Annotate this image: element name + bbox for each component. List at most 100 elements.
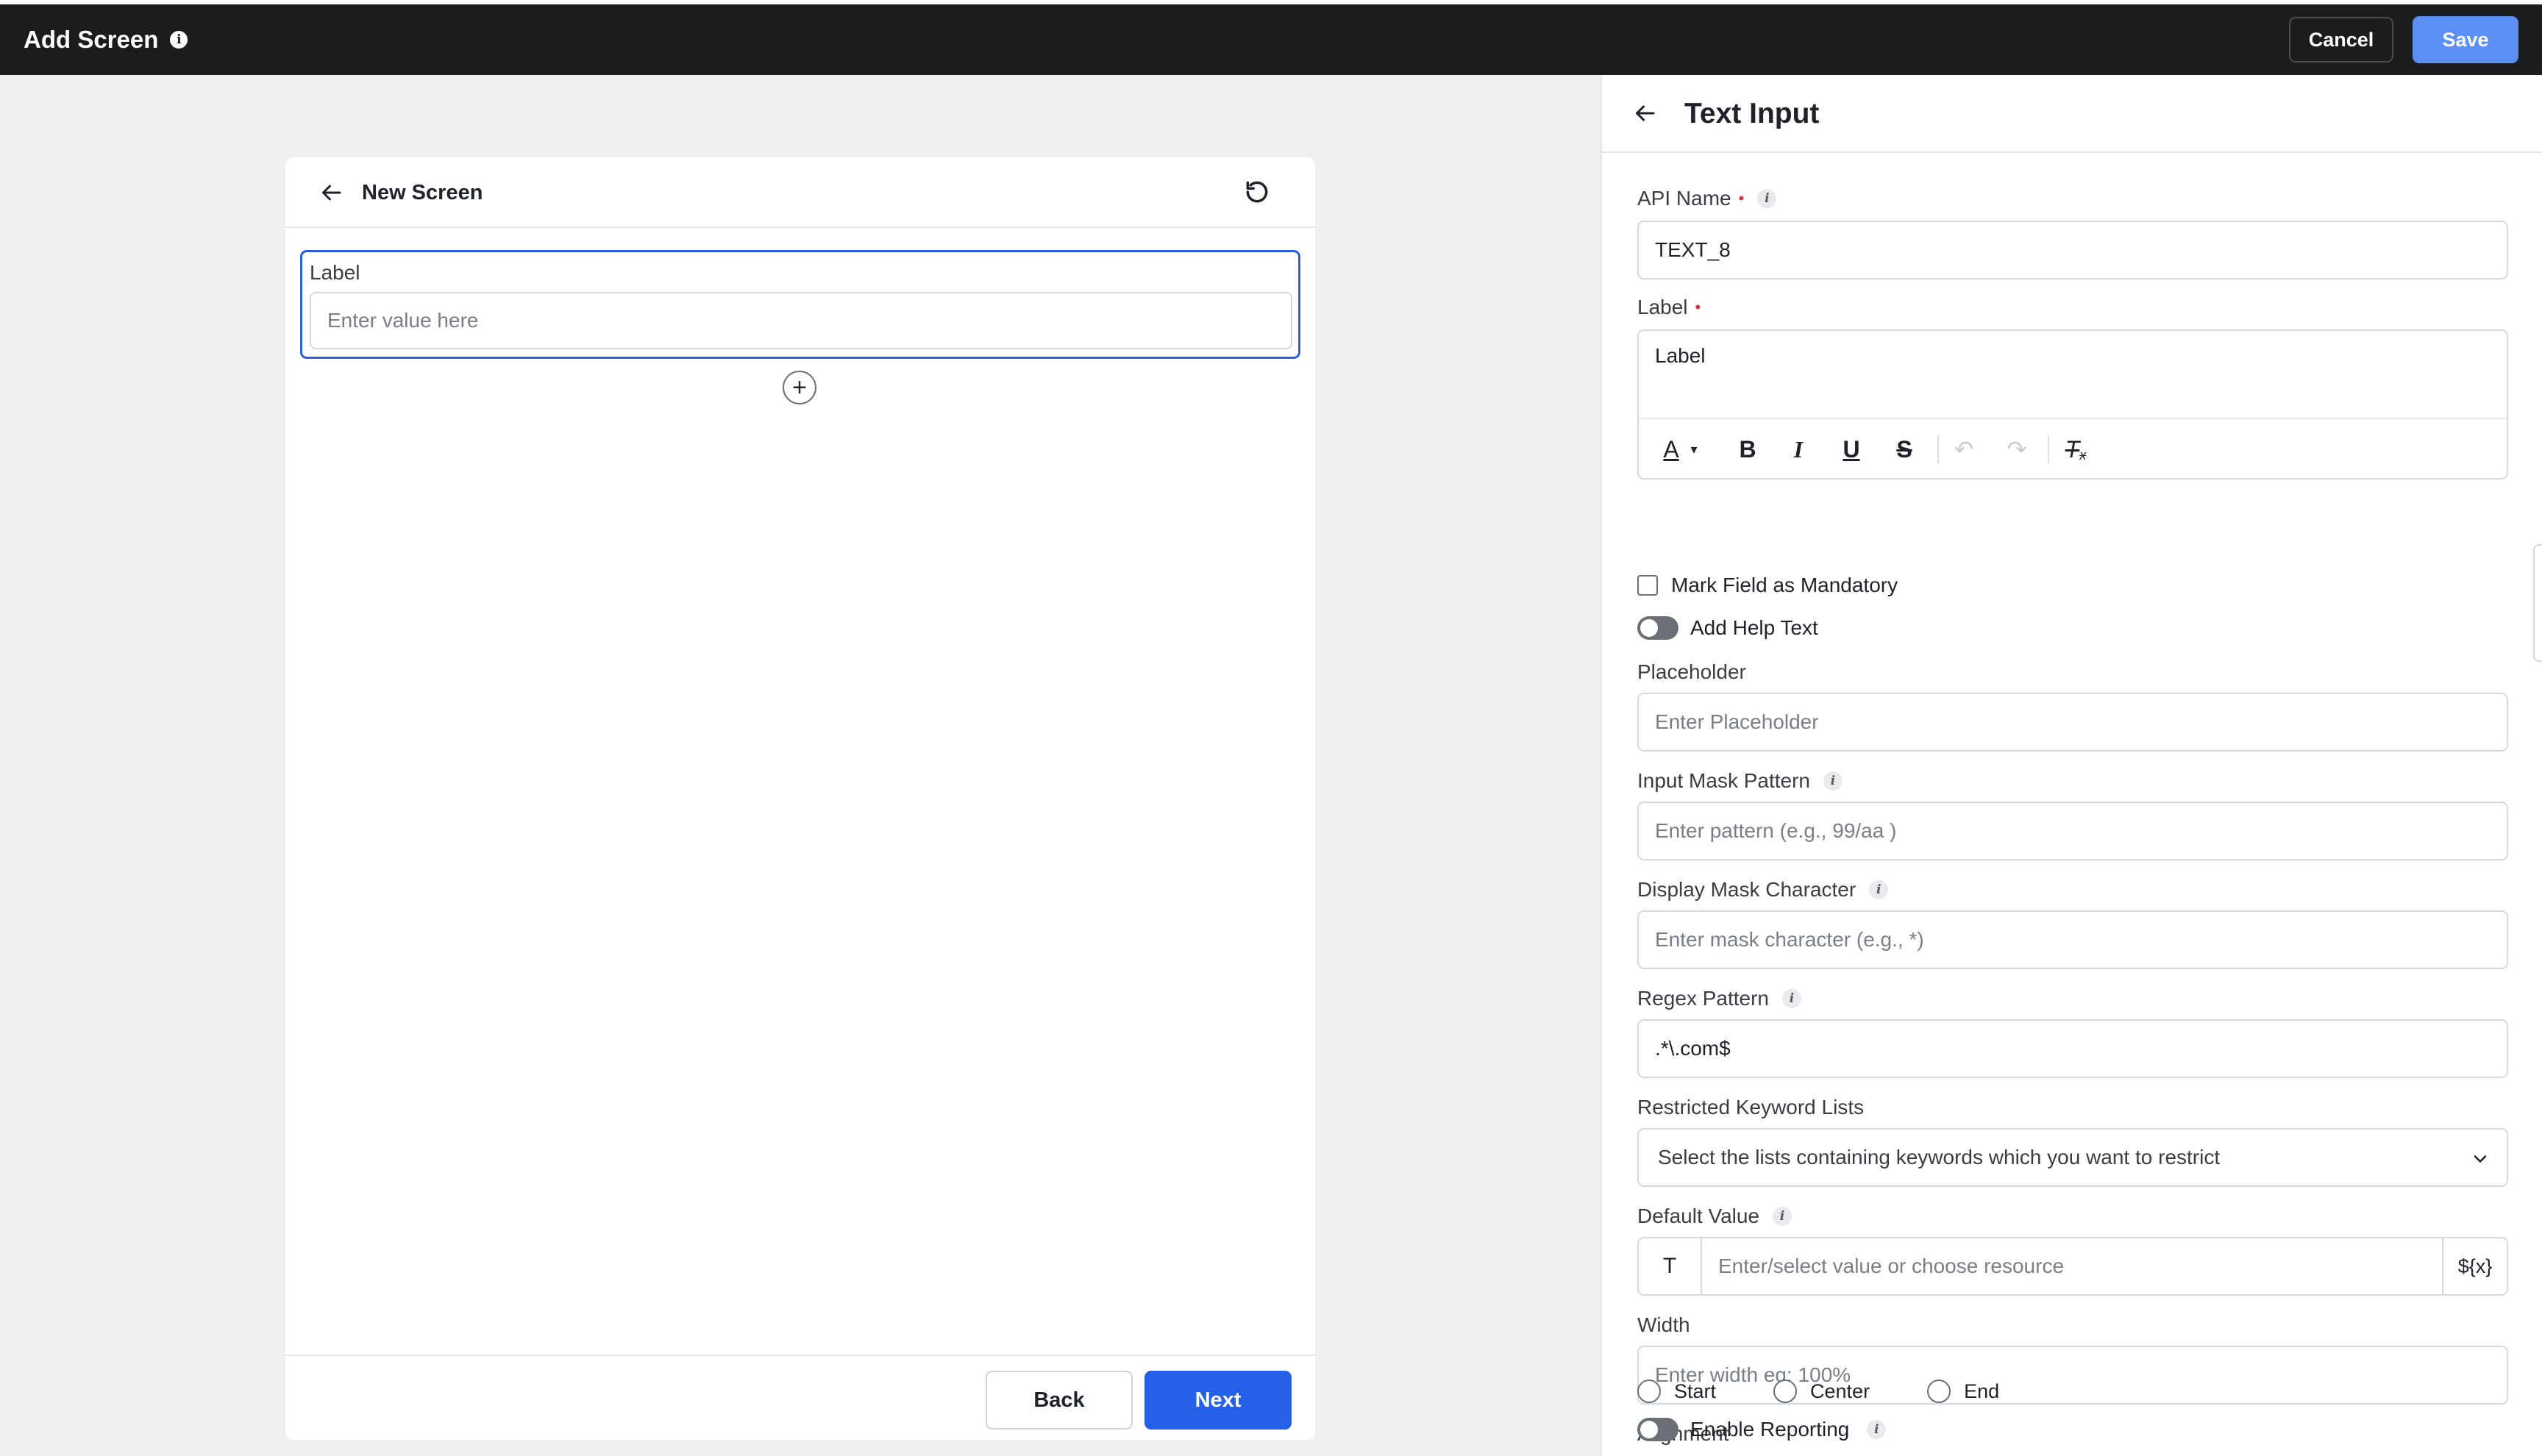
rich-text-toolbar: A ▾ B I U S ↶ ↷ Tx — [1639, 418, 2507, 478]
panel-header: Text Input — [1602, 75, 2542, 153]
chevron-down-icon — [2474, 1155, 2487, 1163]
screen-footer: Back Next — [285, 1355, 1315, 1440]
label-editor-text[interactable]: Label — [1655, 344, 1706, 368]
text-color-icon[interactable]: A — [1659, 434, 1683, 465]
underline-icon[interactable]: U — [1839, 434, 1864, 465]
regex-label-row: Regex Pattern i — [1637, 987, 1801, 1010]
api-name-value: TEXT_8 — [1655, 238, 1731, 261]
alignment-radio-group: Start Center End — [1637, 1380, 2057, 1403]
mark-mandatory-checkbox[interactable] — [1637, 575, 1658, 596]
input-mask-input[interactable]: Enter pattern (e.g., 99/aa ) — [1637, 802, 2508, 860]
default-value-placeholder[interactable]: Enter/select value or choose resource — [1718, 1238, 2064, 1294]
input-mask-label: Input Mask Pattern — [1637, 769, 1811, 792]
regex-value: .*\.com$ — [1655, 1037, 1731, 1060]
display-mask-input[interactable]: Enter mask character (e.g., *) — [1637, 910, 2508, 969]
required-marker: • — [1695, 298, 1701, 316]
variable-resource-button[interactable]: ${x} — [2442, 1238, 2507, 1294]
component-input[interactable]: Enter value here — [310, 292, 1292, 349]
default-value-info-icon[interactable]: i — [1773, 1207, 1792, 1226]
panel-back-arrow-icon[interactable] — [1631, 100, 1658, 126]
placeholder-label-row: Placeholder — [1637, 660, 1746, 684]
selected-text-input-component[interactable]: Label Enter value here — [300, 250, 1300, 359]
api-name-input[interactable]: TEXT_8 — [1637, 221, 2508, 279]
regex-info-icon[interactable]: i — [1782, 989, 1801, 1008]
component-input-placeholder: Enter value here — [327, 309, 479, 332]
display-mask-label: Display Mask Character — [1637, 878, 1856, 901]
restricted-keywords-select[interactable]: Select the lists containing keywords whi… — [1637, 1128, 2508, 1187]
next-button[interactable]: Next — [1144, 1371, 1292, 1430]
api-name-info-icon[interactable]: i — [1757, 189, 1777, 208]
restricted-keywords-label: Restricted Keyword Lists — [1637, 1096, 1865, 1118]
display-mask-label-row: Display Mask Character i — [1637, 878, 1889, 902]
mark-mandatory-label: Mark Field as Mandatory — [1671, 574, 1898, 596]
screen-header: New Screen — [285, 157, 1315, 228]
api-name-label: API Name — [1637, 187, 1731, 210]
bold-icon[interactable]: B — [1734, 434, 1761, 465]
save-button[interactable]: Save — [2413, 16, 2518, 63]
enable-reporting-info-icon[interactable]: i — [1867, 1420, 1887, 1439]
width-label-row: Width — [1637, 1313, 1690, 1337]
regex-label: Regex Pattern — [1637, 987, 1769, 1010]
default-value-input-group[interactable]: T Enter/select value or choose resource … — [1637, 1237, 2508, 1296]
width-label: Width — [1637, 1313, 1690, 1336]
default-value-label: Default Value — [1637, 1205, 1760, 1227]
restricted-keywords-label-row: Restricted Keyword Lists — [1637, 1096, 1864, 1119]
strikethrough-icon[interactable]: S — [1893, 434, 1915, 465]
api-name-label-row: API Name • i — [1637, 187, 1777, 210]
back-button[interactable]: Back — [986, 1371, 1133, 1430]
clear-formatting-glyph: T — [2065, 435, 2080, 463]
refresh-icon[interactable] — [1243, 178, 1271, 206]
radio-button[interactable] — [1773, 1380, 1798, 1403]
component-label: Label — [310, 261, 360, 284]
placeholder-input[interactable]: Enter Placeholder — [1637, 693, 2508, 752]
add-help-text-row[interactable]: Add Help Text — [1637, 616, 1818, 640]
panel-title: Text Input — [1684, 98, 1820, 129]
screen-canvas: New Screen Label Enter value here + Back… — [0, 75, 1601, 1456]
default-value-label-row: Default Value i — [1637, 1205, 1792, 1228]
alignment-option-label: Start — [1674, 1380, 1717, 1402]
enable-reporting-label: Enable Reporting — [1690, 1418, 1850, 1441]
enable-reporting-row[interactable]: Enable Reporting i — [1637, 1418, 1887, 1441]
alignment-option-center[interactable]: Center — [1773, 1380, 1870, 1403]
regex-input[interactable]: .*\.com$ — [1637, 1019, 2508, 1078]
italic-icon[interactable]: I — [1787, 434, 1809, 465]
alignment-option-label: End — [1964, 1380, 2000, 1402]
mark-mandatory-row[interactable]: Mark Field as Mandatory — [1637, 574, 1898, 597]
toggle-knob — [1640, 1421, 1658, 1438]
add-help-text-label: Add Help Text — [1690, 616, 1818, 639]
input-mask-placeholder: Enter pattern (e.g., 99/aa ) — [1655, 819, 1897, 842]
undo-icon[interactable]: ↶ — [1951, 434, 1977, 465]
label-label-row: Label • — [1637, 296, 1701, 319]
page-title: Add Screen — [24, 26, 159, 53]
add-help-text-toggle[interactable] — [1637, 616, 1678, 640]
radio-button[interactable] — [1637, 1380, 1661, 1403]
clear-formatting-icon[interactable]: Tx — [2061, 434, 2090, 465]
display-mask-info-icon[interactable]: i — [1869, 880, 1889, 899]
toolbar-divider — [2048, 435, 2049, 463]
alignment-option-label: Center — [1810, 1380, 1870, 1402]
info-icon[interactable]: i — [170, 31, 188, 49]
display-mask-placeholder: Enter mask character (e.g., *) — [1655, 928, 1924, 951]
back-arrow-icon[interactable] — [318, 179, 344, 206]
screen-title: New Screen — [362, 180, 483, 204]
enable-reporting-toggle[interactable] — [1637, 1418, 1678, 1441]
panel-resize-handle[interactable] — [2533, 544, 2542, 662]
alignment-option-start[interactable]: Start — [1637, 1380, 1716, 1403]
text-color-dropdown-icon[interactable]: ▾ — [1687, 434, 1701, 465]
cancel-button[interactable]: Cancel — [2289, 17, 2393, 63]
properties-panel: Text Input API Name • i TEXT_8 Label • L… — [1601, 75, 2542, 1456]
required-marker: • — [1738, 189, 1745, 207]
placeholder-input-placeholder: Enter Placeholder — [1655, 710, 1819, 733]
text-type-icon[interactable]: T — [1639, 1238, 1702, 1294]
alignment-option-end[interactable]: End — [1927, 1380, 1999, 1403]
placeholder-label: Placeholder — [1637, 660, 1746, 683]
toggle-knob — [1640, 619, 1658, 637]
add-component-button[interactable]: + — [783, 371, 816, 404]
label-rich-text-editor[interactable]: Label A ▾ B I U S ↶ ↷ Tx — [1637, 329, 2508, 479]
radio-button[interactable] — [1927, 1380, 1951, 1403]
label-label: Label — [1637, 296, 1688, 318]
input-mask-info-icon[interactable]: i — [1823, 771, 1843, 791]
clear-formatting-subscript: x — [2079, 447, 2087, 463]
redo-icon[interactable]: ↷ — [2004, 434, 2030, 465]
top-bar: Add Screen i Cancel Save — [0, 4, 2542, 75]
